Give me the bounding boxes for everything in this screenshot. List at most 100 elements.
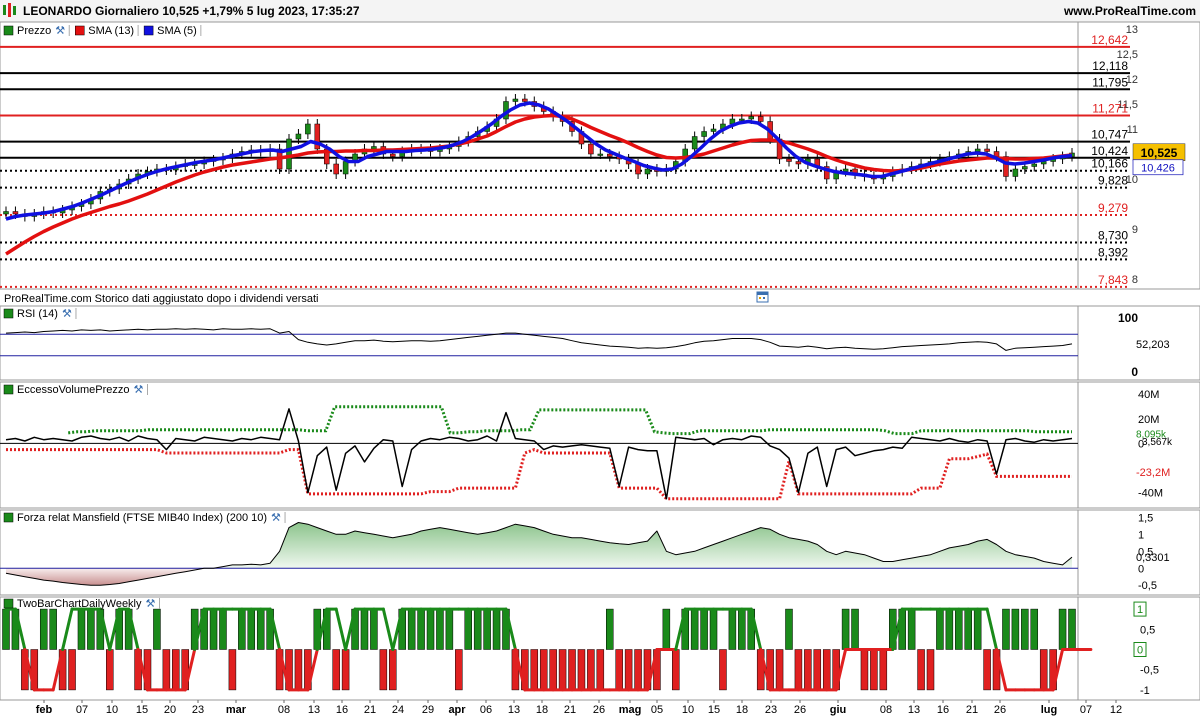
candle bbox=[701, 131, 707, 137]
calendar-icon[interactable] bbox=[756, 291, 769, 303]
daily-bar bbox=[794, 649, 803, 691]
volume-lower-label: -23,2M bbox=[1136, 467, 1170, 479]
daily-bar bbox=[917, 649, 925, 691]
daily-bar bbox=[389, 649, 397, 691]
candle bbox=[1022, 166, 1028, 170]
candle bbox=[984, 148, 990, 152]
daily-bar bbox=[162, 649, 171, 691]
time-axis-label: 29 bbox=[422, 704, 434, 716]
daily-bar bbox=[860, 649, 869, 691]
time-axis-label: mar bbox=[226, 704, 247, 716]
time-axis-label: 07 bbox=[76, 704, 88, 716]
candle bbox=[333, 163, 339, 175]
time-axis-label: 08 bbox=[880, 704, 892, 716]
time-axis-label: 12 bbox=[1110, 704, 1122, 716]
daily-bar bbox=[436, 608, 444, 650]
time-axis-label: giu bbox=[830, 704, 847, 716]
legend-label: Prezzo bbox=[17, 25, 51, 37]
volume-mid-label: 3,567k bbox=[1142, 437, 1173, 448]
daily-bar bbox=[426, 608, 435, 650]
daily-bar bbox=[341, 649, 350, 691]
daily-bar bbox=[709, 608, 718, 650]
time-axis-label: 16 bbox=[336, 704, 348, 716]
daily-bar bbox=[360, 608, 369, 650]
legend-label: SMA (5) bbox=[157, 25, 197, 37]
legend-swatch bbox=[3, 25, 14, 36]
candle bbox=[691, 136, 698, 150]
daily-bar bbox=[700, 608, 708, 650]
time-axis-label: 26 bbox=[794, 704, 806, 716]
time-axis-label: 07 bbox=[1080, 704, 1092, 716]
level-label: 10,747 bbox=[1091, 128, 1128, 142]
daily-bar bbox=[973, 608, 982, 650]
candle bbox=[597, 153, 604, 156]
daily-bar bbox=[964, 608, 972, 650]
level-label: 8,392 bbox=[1098, 245, 1128, 259]
daily-bar bbox=[955, 608, 963, 650]
candle bbox=[390, 153, 396, 157]
candle bbox=[12, 211, 19, 215]
time-axis-label: 05 bbox=[651, 704, 663, 716]
time-axis-label: 23 bbox=[765, 704, 777, 716]
daily-bar bbox=[153, 608, 161, 650]
daily-bar bbox=[256, 608, 265, 650]
candle bbox=[644, 168, 651, 175]
daily-bar bbox=[464, 608, 472, 650]
daily-bar bbox=[492, 608, 501, 650]
daily-bar bbox=[983, 649, 991, 691]
candle bbox=[710, 128, 717, 132]
rsi-last-label: 52,203 bbox=[1136, 339, 1170, 351]
level-label: 12,118 bbox=[1092, 59, 1128, 73]
time-axis-label: 21 bbox=[364, 704, 376, 716]
daily-bar bbox=[1068, 608, 1076, 650]
time-axis-label: mag bbox=[619, 704, 642, 716]
wrench-icon: ⚒ bbox=[55, 25, 65, 37]
time-axis-label: 21 bbox=[966, 704, 978, 716]
daily-bar bbox=[634, 649, 642, 691]
time-axis-label: 20 bbox=[164, 704, 176, 716]
daily-bar bbox=[106, 649, 114, 691]
candle bbox=[842, 168, 849, 172]
daily-bar bbox=[728, 608, 737, 650]
daily-bar bbox=[228, 649, 237, 691]
wrench-icon: ⚒ bbox=[134, 384, 144, 396]
time-axis-label: 13 bbox=[508, 704, 520, 716]
time-axis-label: 18 bbox=[736, 704, 748, 716]
volume-tick: 20M bbox=[1138, 414, 1159, 426]
daily-bar bbox=[483, 608, 491, 650]
daily-bar bbox=[1030, 608, 1039, 650]
level-label: 11,271 bbox=[1092, 101, 1128, 115]
level-label: 9,279 bbox=[1098, 201, 1128, 215]
candle bbox=[748, 116, 755, 120]
daily-bar bbox=[294, 649, 303, 691]
daily-bar bbox=[39, 608, 48, 650]
daily-bar bbox=[587, 649, 595, 691]
daily-bar bbox=[690, 608, 699, 650]
level-label: 9,828 bbox=[1098, 174, 1128, 188]
rsi-tick: 100 bbox=[1118, 311, 1138, 325]
daily-bar bbox=[49, 608, 57, 650]
candle bbox=[371, 146, 377, 150]
header-bar: LEONARDO Giornaliero 10,525 +1,79% 5 lug… bbox=[0, 0, 1200, 22]
legend-label: SMA (13) bbox=[88, 25, 134, 37]
daily-bar bbox=[473, 608, 482, 650]
candle bbox=[305, 123, 311, 135]
daily-bar bbox=[568, 649, 576, 691]
mansfield-last-label: 0,3301 bbox=[1136, 552, 1170, 564]
daily-bar bbox=[2, 608, 10, 650]
time-axis-label: 08 bbox=[278, 704, 290, 716]
legend-label: RSI (14) bbox=[17, 308, 58, 320]
candle bbox=[786, 158, 792, 162]
daily-bar bbox=[1011, 608, 1020, 650]
legend-swatch bbox=[3, 598, 14, 609]
candle bbox=[522, 98, 528, 102]
legend-swatch bbox=[3, 384, 14, 395]
legend-swatch bbox=[3, 308, 14, 319]
mansfield-tick: 1,5 bbox=[1138, 512, 1153, 524]
daily-bar bbox=[870, 649, 878, 691]
daily-bar bbox=[77, 608, 86, 650]
daily-bar bbox=[822, 649, 831, 691]
time-axis-label: 21 bbox=[564, 704, 576, 716]
time-axis-label: 15 bbox=[136, 704, 148, 716]
time-axis-label: 06 bbox=[480, 704, 492, 716]
